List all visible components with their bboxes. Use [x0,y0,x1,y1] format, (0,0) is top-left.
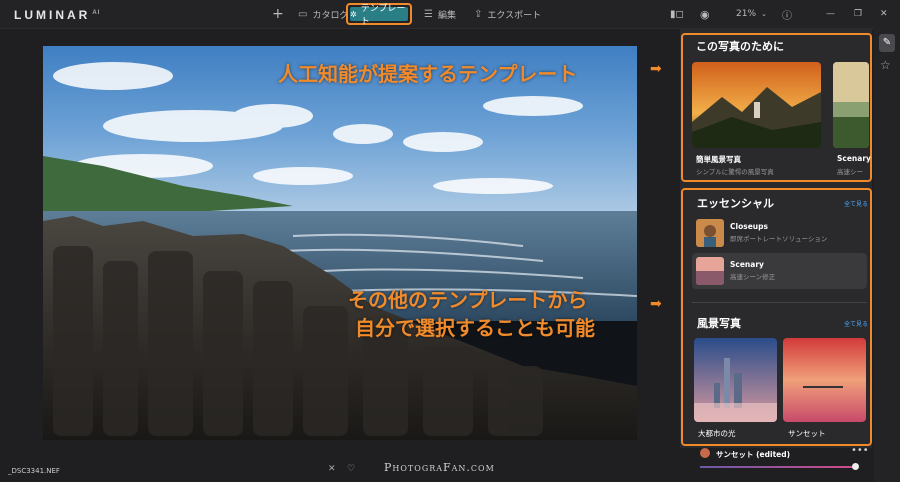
landscape-name-1: 大都市の光 [698,429,736,438]
template-card-easy-landscape[interactable] [692,62,821,148]
template-card-sunset[interactable] [783,338,866,422]
export-icon: ⇪ [474,8,483,20]
applied-template-name: サンセット (edited) [716,450,791,459]
landscape-title: 風景写真 [697,317,741,330]
tab-edit[interactable]: ☰ 編集 [424,0,456,28]
applied-template-avatar [700,448,710,458]
reject-icon[interactable]: ✕ [328,464,336,474]
folder-icon: ▭ [298,8,308,20]
scenary-thumbnail [696,257,724,285]
arrow-right-icon: ➡ [650,61,662,77]
essential-desc-2: 高速シーン修正 [730,273,776,281]
sparkle-icon: ✲ [350,9,357,19]
template-amount-slider[interactable] [700,466,856,468]
watermark: PhotograFan.com [384,461,495,474]
sliders-icon: ☰ [424,8,433,20]
callout-ai-templates: 人工知能が提案するテンプレート [278,62,578,86]
main-photo[interactable] [43,46,637,440]
featured-desc-1: シンプルに驚愕の風景写真 [696,168,774,176]
callout-other-line1: その他のテンプレートから [348,288,588,312]
divider [692,302,867,303]
template-card-scenary[interactable] [833,62,869,148]
eye-icon[interactable]: ◉ [700,0,710,28]
top-bar: LUMINAR AI + ▭ カタログ ✲ テンプレート ☰ 編集 ⇪ エクスポート ▮◻… [0,0,900,29]
featured-name-1: 簡単風景写真 [696,155,741,164]
compare-icon[interactable]: ▮◻ [670,0,684,28]
minimize-icon[interactable]: — [826,0,835,28]
slider-handle[interactable] [852,463,859,470]
essential-name-2: Scenary [730,260,764,269]
featured-desc-2: 高速シー [837,168,863,176]
closeups-thumbnail [696,219,724,247]
tab-templates[interactable]: ✲ テンプレート [346,3,412,27]
zoom-select[interactable]: 21% ⌄ [736,0,767,28]
app-logo: LUMINAR AI [14,8,101,22]
star-icon[interactable]: ☆ [880,58,891,72]
for-photo-title: この写真のために [696,40,784,53]
close-icon[interactable]: ✕ [880,0,888,28]
tab-export[interactable]: ⇪ エクスポート [474,0,541,28]
heart-icon[interactable]: ♡ [347,464,355,474]
add-button[interactable]: + [272,0,284,28]
template-card-city-lights[interactable] [694,338,777,422]
essential-name-1: Closeups [730,222,768,231]
landscape-name-2: サンセット [788,429,826,438]
filename: _DSC3341.NEF [8,467,60,475]
featured-name-2: Scenary [837,154,871,163]
info-icon[interactable]: ⓘ [782,0,792,28]
see-all-landscape-link[interactable]: 全て見る [844,319,868,328]
magic-wand-icon[interactable]: ✎ [879,34,895,52]
callout-other-line2: 自分で選択することも可能 [355,316,595,340]
tab-catalog[interactable]: ▭ カタログ [298,0,348,28]
essential-desc-1: 即席ポートレートソリューション [730,235,828,243]
chevron-down-icon: ⌄ [761,10,767,18]
maximize-icon[interactable]: ❐ [854,0,862,28]
right-rail [874,28,900,482]
arrow-right-icon: ➡ [650,296,662,312]
more-options-icon[interactable]: ••• [851,445,869,456]
see-all-essential-link[interactable]: 全て見る [844,199,868,208]
essential-title: エッセンシャル [697,197,774,210]
essential-item-scenary[interactable] [692,253,867,289]
